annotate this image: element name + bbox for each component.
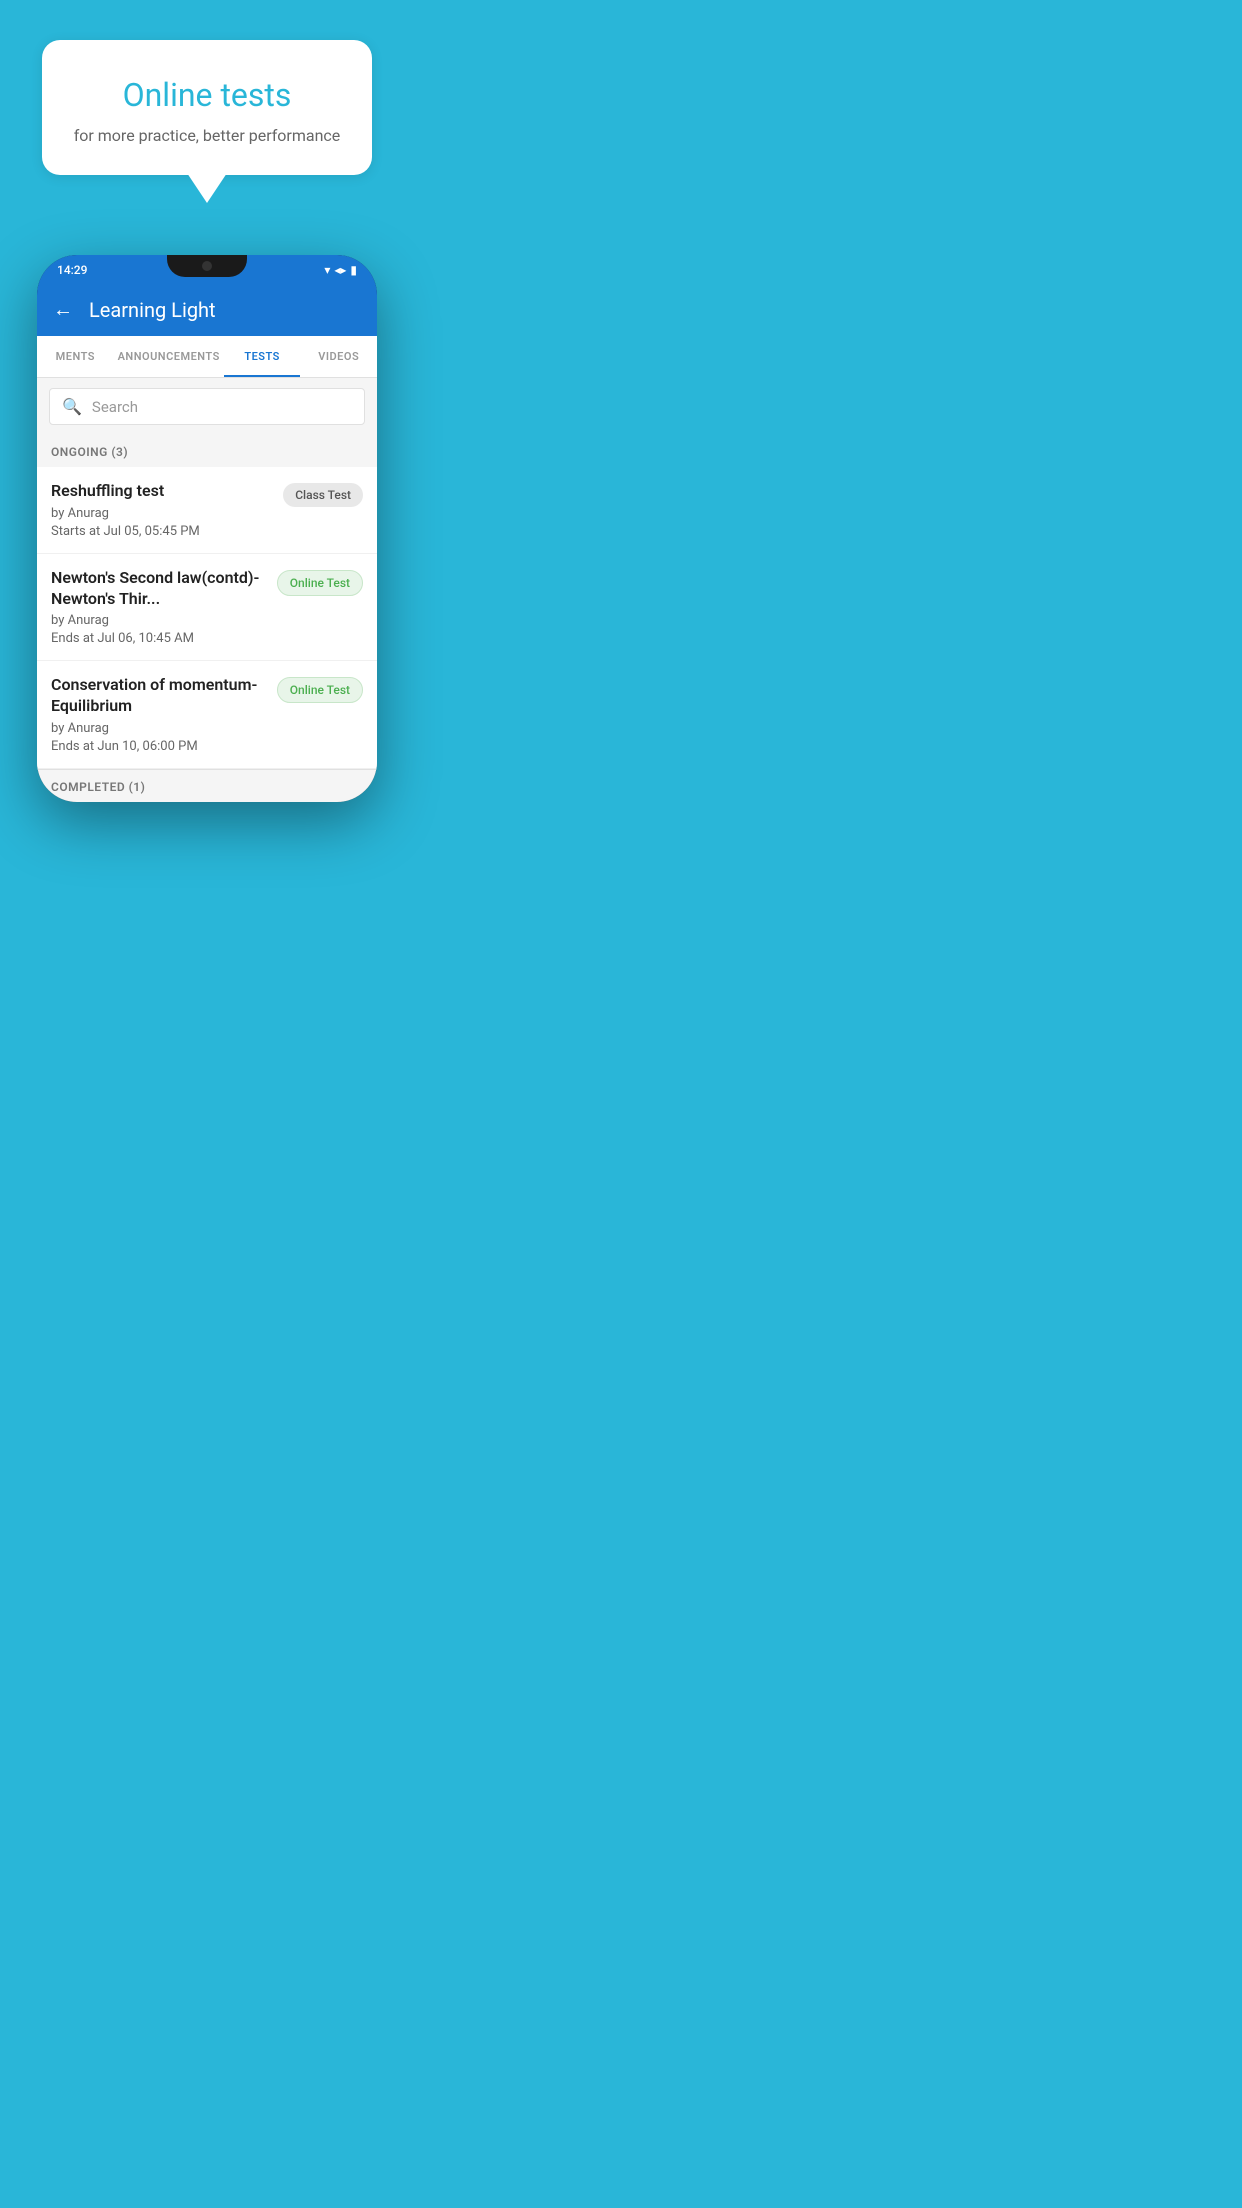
- back-button[interactable]: ←: [53, 297, 73, 322]
- test-date-2: Ends at Jul 06, 10:45 AM: [51, 631, 267, 646]
- test-info-1: Reshuffling test by Anurag Starts at Jul…: [51, 481, 283, 539]
- content-area: ONGOING (3) Reshuffling test by Anurag S…: [37, 435, 377, 802]
- speech-bubble: Online tests for more practice, better p…: [42, 40, 371, 175]
- test-card-2[interactable]: Newton's Second law(contd)-Newton's Thir…: [37, 554, 377, 662]
- tab-videos[interactable]: VIDEOS: [300, 336, 377, 377]
- test-badge-2: Online Test: [277, 570, 363, 596]
- test-card-3[interactable]: Conservation of momentum-Equilibrium by …: [37, 661, 377, 769]
- test-author-1: by Anurag: [51, 506, 273, 521]
- tab-ments[interactable]: MENTS: [37, 336, 114, 377]
- app-bar: ← Learning Light: [37, 283, 377, 336]
- phone-wrapper: 14:29 ▾ ◂▸ ▮ ← Learning Light MENTS ANNO…: [17, 255, 398, 802]
- hero-subtitle: for more practice, better performance: [72, 126, 341, 145]
- test-title-3: Conservation of momentum-Equilibrium: [51, 675, 267, 717]
- hero-section: Online tests for more practice, better p…: [0, 0, 414, 195]
- tabs-bar: MENTS ANNOUNCEMENTS TESTS VIDEOS: [37, 336, 377, 378]
- app-title: Learning Light: [89, 298, 216, 322]
- status-time: 14:29: [57, 263, 87, 277]
- battery-icon: ▮: [350, 263, 357, 277]
- phone-mockup: 14:29 ▾ ◂▸ ▮ ← Learning Light MENTS ANNO…: [37, 255, 377, 802]
- camera: [202, 261, 212, 271]
- ongoing-header: ONGOING (3): [37, 435, 377, 467]
- test-info-2: Newton's Second law(contd)-Newton's Thir…: [51, 568, 277, 647]
- test-author-2: by Anurag: [51, 613, 267, 628]
- search-icon: 🔍: [62, 397, 82, 416]
- phone-notch: [167, 255, 247, 277]
- test-card-1[interactable]: Reshuffling test by Anurag Starts at Jul…: [37, 467, 377, 554]
- hero-title: Online tests: [72, 76, 341, 114]
- test-date-3: Ends at Jun 10, 06:00 PM: [51, 739, 267, 754]
- search-input[interactable]: Search: [92, 398, 138, 416]
- wifi-icon: ▾: [324, 263, 330, 277]
- signal-icon: ◂▸: [334, 263, 346, 277]
- search-container: 🔍 Search: [37, 378, 377, 435]
- tab-announcements[interactable]: ANNOUNCEMENTS: [114, 336, 224, 377]
- test-date-1: Starts at Jul 05, 05:45 PM: [51, 524, 273, 539]
- tab-tests[interactable]: TESTS: [224, 336, 301, 377]
- test-info-3: Conservation of momentum-Equilibrium by …: [51, 675, 277, 754]
- completed-header: COMPLETED (1): [37, 769, 377, 802]
- test-badge-1: Class Test: [283, 483, 363, 507]
- test-author-3: by Anurag: [51, 721, 267, 736]
- test-title-2: Newton's Second law(contd)-Newton's Thir…: [51, 568, 267, 610]
- test-badge-3: Online Test: [277, 677, 363, 703]
- status-icons: ▾ ◂▸ ▮: [324, 263, 357, 277]
- search-box[interactable]: 🔍 Search: [49, 388, 365, 425]
- test-title-1: Reshuffling test: [51, 481, 273, 502]
